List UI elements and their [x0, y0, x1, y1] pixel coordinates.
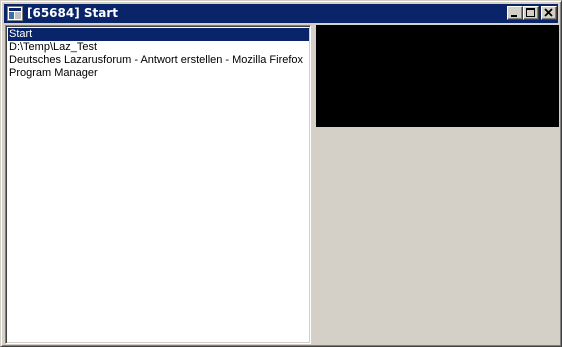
title-bar[interactable]: [65684] Start [4, 4, 558, 23]
list-item[interactable]: Deutsches Lazarusforum - Antwort erstell… [8, 54, 309, 67]
window-title: [65684] Start [27, 6, 119, 20]
app-icon[interactable] [7, 6, 23, 21]
maximize-icon [526, 8, 535, 17]
window-preview [316, 25, 559, 127]
close-icon [544, 8, 553, 17]
list-item-selected[interactable]: Start [8, 28, 309, 41]
list-item[interactable]: Program Manager [8, 67, 309, 80]
close-button[interactable] [541, 6, 557, 20]
window-listbox[interactable]: Start D:\Temp\Laz_Test Deutsches Lazarus… [5, 25, 311, 344]
minimize-icon [511, 15, 517, 17]
minimize-button[interactable] [507, 6, 523, 20]
maximize-button[interactable] [523, 6, 539, 20]
list-item[interactable]: D:\Temp\Laz_Test [8, 41, 309, 54]
app-window: [65684] Start Start D:\Temp\Laz_Test Deu… [0, 0, 562, 347]
